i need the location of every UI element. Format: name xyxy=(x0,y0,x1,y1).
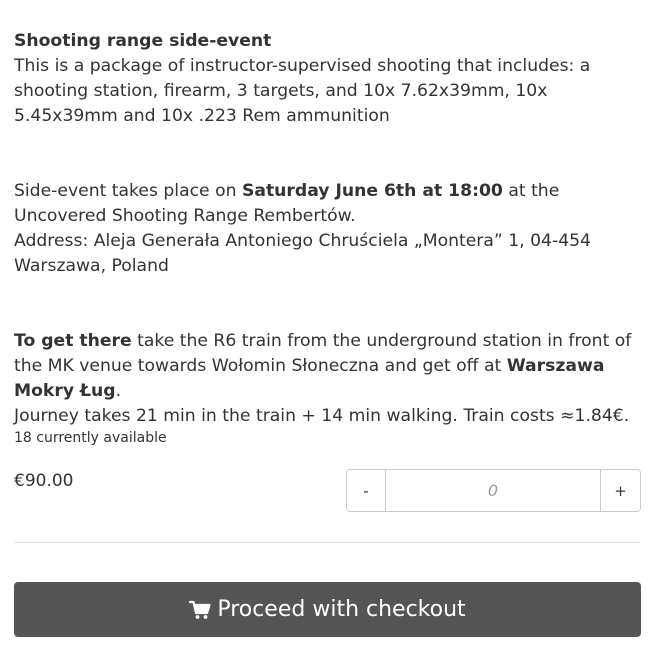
event-directions: To get there take the R6 train from the … xyxy=(14,331,632,426)
event-address: Address: Aleja Generała Antoniego Chruśc… xyxy=(14,231,591,276)
quantity-input[interactable] xyxy=(386,470,600,511)
decrease-quantity-button[interactable]: - xyxy=(347,470,386,511)
quantity-stepper: - + xyxy=(346,469,641,512)
proceed-checkout-button[interactable]: Proceed with checkout xyxy=(14,582,641,637)
increase-quantity-button[interactable]: + xyxy=(600,470,640,511)
event-date: Saturday June 6th at 18:00 xyxy=(241,181,503,201)
product-summary: This is a package of instructor-supervis… xyxy=(14,56,591,126)
product-panel: Shooting range side-event This is a pack… xyxy=(0,0,657,653)
event-when: Side-event takes place on Saturday June … xyxy=(14,181,560,226)
product-title: Shooting range side-event xyxy=(14,31,272,51)
availability-text: 18 currently available xyxy=(14,430,167,446)
shopping-cart-icon xyxy=(189,600,211,620)
product-price: €90.00 xyxy=(14,471,74,491)
journey-info: Journey takes 21 min in the train + 14 m… xyxy=(14,406,630,426)
product-description: Shooting range side-event This is a pack… xyxy=(14,29,644,429)
checkout-label: Proceed with checkout xyxy=(217,597,466,622)
divider xyxy=(14,542,641,543)
